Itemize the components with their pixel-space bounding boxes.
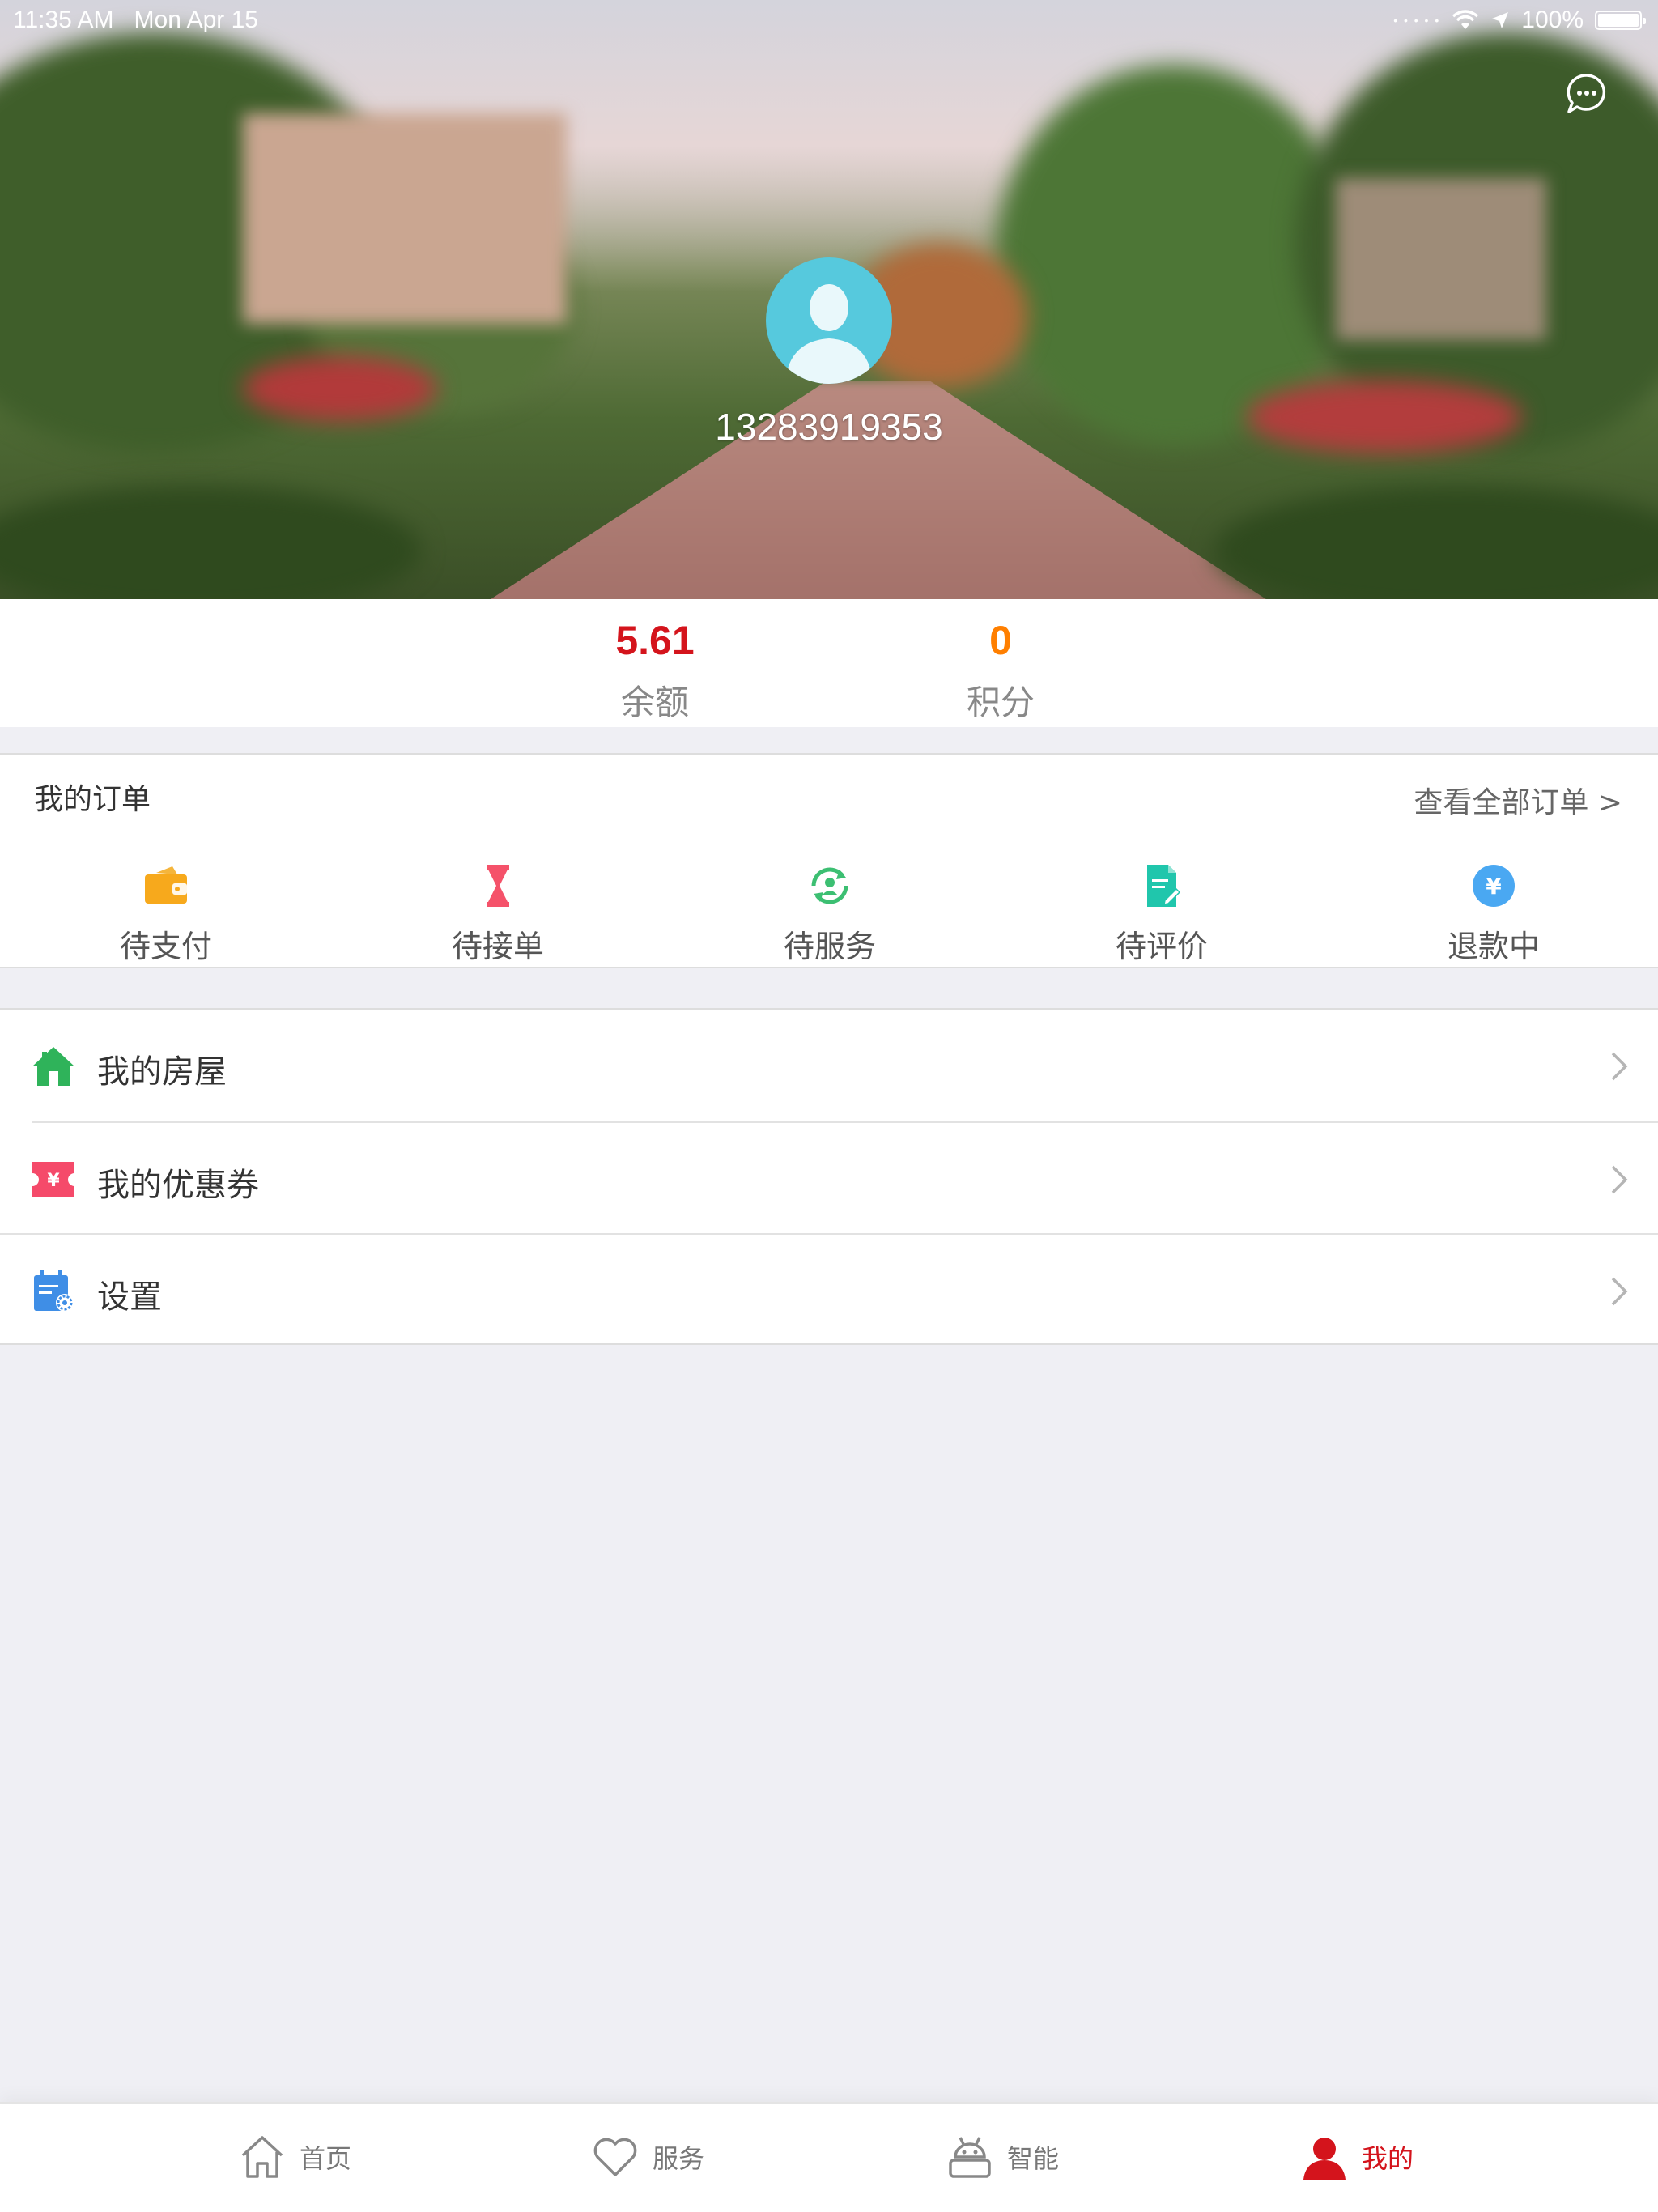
- order-status-awaiting-acceptance[interactable]: 待接单: [332, 861, 664, 966]
- tab-label: 服务: [653, 2143, 705, 2174]
- tab-home[interactable]: 首页: [238, 2131, 351, 2183]
- order-status-refunding[interactable]: ¥ 退款中: [1328, 861, 1658, 966]
- points-stat[interactable]: 0 积分: [895, 617, 1106, 725]
- orders-title: 我的订单: [34, 783, 151, 816]
- status-right: • • • • • 100%: [1393, 6, 1646, 34]
- menu-item-settings[interactable]: 设置: [0, 1235, 1658, 1346]
- view-all-orders-link[interactable]: 查看全部订单 >: [1414, 779, 1622, 821]
- service-refresh-icon: [811, 867, 848, 904]
- status-time: 11:35 AM Mon Apr 15: [13, 6, 258, 33]
- order-status-awaiting-service[interactable]: 待服务: [664, 861, 996, 966]
- tab-label: 智能: [1007, 2143, 1060, 2174]
- user-phone: 13283919353: [715, 406, 943, 448]
- balance-label: 余额: [620, 683, 689, 722]
- order-status-label: 待服务: [783, 929, 876, 964]
- chevron-right-icon: [1611, 1277, 1628, 1306]
- yen-coin-icon: ¥: [1473, 865, 1515, 907]
- settings-icon: [34, 1270, 74, 1312]
- my-orders-section: 我的订单 查看全部订单 > 待支付 待接单 待服务 待评价 ¥ 退款中: [0, 753, 1658, 968]
- order-status-label: 待接单: [451, 929, 544, 964]
- tab-smart[interactable]: 智能: [946, 2131, 1059, 2183]
- wallet-icon: [145, 866, 187, 904]
- menu-item-label: 我的优惠券: [97, 1167, 259, 1204]
- hero-house-left: [243, 113, 567, 324]
- order-status-awaiting-review[interactable]: 待评价: [996, 861, 1328, 966]
- svg-text:¥: ¥: [47, 1171, 60, 1191]
- review-document-icon: [1147, 865, 1181, 907]
- svg-text:¥: ¥: [1486, 873, 1502, 900]
- points-value: 0: [989, 618, 1012, 663]
- battery-percent: 100%: [1521, 6, 1584, 33]
- points-label: 积分: [966, 683, 1035, 722]
- menu-item-my-house[interactable]: 我的房屋: [0, 1010, 1658, 1121]
- order-status-label: 待支付: [119, 929, 212, 964]
- avatar[interactable]: [766, 257, 892, 384]
- wifi-icon: [1452, 10, 1479, 29]
- tab-label: 我的: [1362, 2143, 1414, 2174]
- heart-icon: [593, 2138, 637, 2176]
- profile-header: 11:35 AM Mon Apr 15 • • • • • 100% 13283…: [0, 0, 1658, 599]
- order-status-label: 退款中: [1447, 929, 1540, 964]
- hourglass-icon: [487, 865, 509, 907]
- message-icon[interactable]: [1564, 71, 1609, 117]
- hero-house-right: [1336, 178, 1546, 340]
- menu-list: 我的房屋 ¥ 我的优惠券 设置: [0, 1008, 1658, 1345]
- order-status-pending-payment[interactable]: 待支付: [0, 861, 332, 966]
- menu-item-my-coupons[interactable]: ¥ 我的优惠券: [0, 1123, 1658, 1235]
- stats-bar: 5.61 余额 0 积分: [0, 599, 1658, 727]
- balance-value: 5.61: [615, 618, 695, 663]
- hero-hedge-right: [1214, 486, 1658, 599]
- chevron-right-icon: [1611, 1165, 1628, 1194]
- chevron-right-icon: [1611, 1052, 1628, 1081]
- battery-icon: [1595, 11, 1646, 30]
- home-icon: [241, 2136, 283, 2178]
- tab-services[interactable]: 服务: [591, 2131, 704, 2183]
- user-icon: [1303, 2138, 1346, 2180]
- balance-stat[interactable]: 5.61 余额: [550, 617, 760, 725]
- order-status-label: 待评价: [1115, 929, 1208, 964]
- tab-mine[interactable]: 我的: [1300, 2131, 1414, 2183]
- house-icon: [32, 1047, 74, 1086]
- avatar-person-icon: [785, 284, 873, 384]
- coupon-icon: ¥: [32, 1162, 74, 1197]
- status-bar: 11:35 AM Mon Apr 15 • • • • • 100%: [0, 0, 1658, 44]
- tab-label: 首页: [300, 2143, 352, 2174]
- robot-icon: [949, 2137, 991, 2178]
- signal-dots-icon: • • • • •: [1393, 14, 1441, 27]
- hero-hedge-left: [0, 486, 421, 599]
- menu-item-label: 设置: [97, 1278, 162, 1316]
- menu-item-label: 我的房屋: [97, 1053, 227, 1091]
- tab-bar: 首页 服务 智能 我的: [0, 2102, 1658, 2212]
- location-arrow-icon: [1492, 12, 1509, 28]
